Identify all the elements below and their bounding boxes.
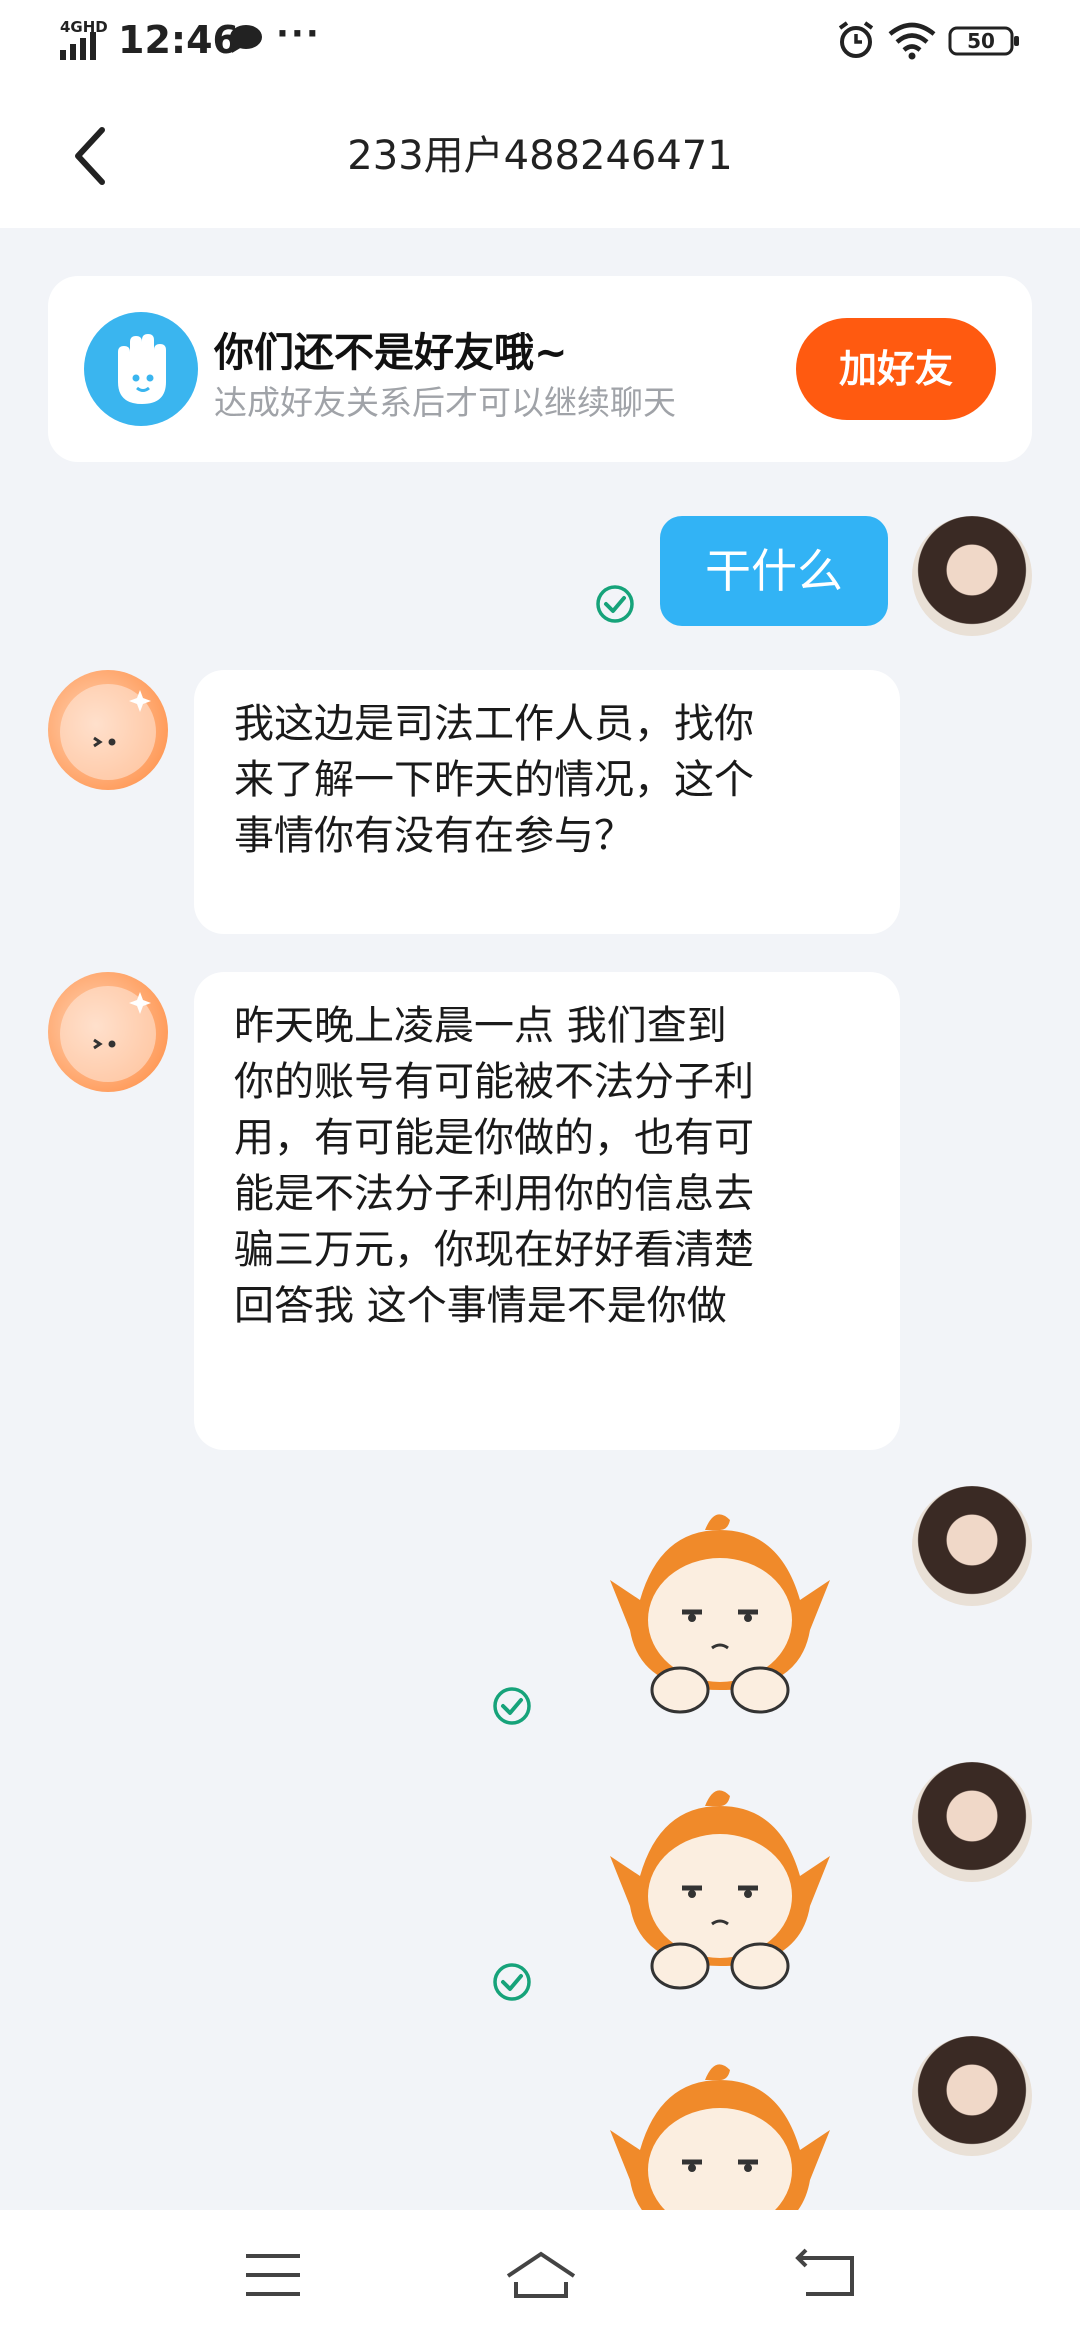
chat-header: 233用户488246471 — [0, 84, 1080, 228]
my-avatar[interactable] — [912, 516, 1032, 636]
message-line: 事情你有没有在参与？ — [234, 813, 634, 859]
message-line: 骗三万元，你现在好好看清楚 — [234, 1227, 754, 1273]
sent-message-bubble[interactable]: 干什么 — [660, 516, 888, 626]
hand-wave-icon — [84, 312, 198, 426]
page-title: 233用户488246471 — [347, 133, 733, 179]
received-message-bubble[interactable]: 我这边是司法工作人员，找你 来了解一下昨天的情况，这个 事情你有没有在参与？ — [194, 670, 900, 934]
status-bar: 4GHD 12:46 ··· 50 — [0, 0, 1080, 84]
received-message-bubble[interactable]: 昨天晚上凌晨一点 我们查到 你的账号有可能被不法分子利 用，有可能是你做的，也有… — [194, 972, 900, 1450]
system-back-button[interactable] — [770, 2240, 880, 2310]
message-line: 我这边是司法工作人员，找你 — [234, 701, 754, 747]
add-friend-button[interactable]: 加好友 — [796, 318, 996, 420]
banner-subtitle: 达成好友关系后才可以继续聊天 — [214, 383, 676, 422]
sent-check-icon — [493, 1963, 531, 2001]
chat-notification-icon — [230, 25, 262, 53]
mascot-face-icon — [60, 986, 156, 1082]
battery-level: 50 — [967, 29, 995, 53]
message-line: 用，有可能是你做的，也有可 — [234, 1115, 754, 1161]
home-icon — [506, 2251, 576, 2298]
menu-button[interactable] — [218, 2240, 328, 2310]
clock: 12:46 — [118, 18, 239, 62]
my-avatar[interactable] — [912, 2036, 1032, 2156]
message-line: 回答我 这个事情是不是你做 — [234, 1283, 727, 1329]
not-friends-banner: 你们还不是好友哦~ 达成好友关系后才可以继续聊天 加好友 — [48, 276, 1032, 462]
system-nav-bar — [0, 2210, 1080, 2340]
back-button[interactable] — [60, 120, 124, 192]
message-line: 你的账号有可能被不法分子利 — [234, 1059, 754, 1105]
sender-avatar[interactable] — [48, 670, 168, 790]
banner-title: 你们还不是好友哦~ — [214, 330, 568, 376]
sticker-image[interactable] — [600, 2050, 840, 2210]
sent-check-icon — [493, 1687, 531, 1725]
my-avatar[interactable] — [912, 1762, 1032, 1882]
more-notifications-icon: ··· — [276, 14, 321, 54]
home-button[interactable] — [486, 2240, 596, 2310]
message-line: 昨天晚上凌晨一点 我们查到 — [234, 1003, 727, 1049]
signal-icon — [60, 32, 96, 60]
sticker-image[interactable] — [600, 1500, 840, 1740]
alarm-icon — [838, 21, 874, 58]
wifi-icon — [888, 22, 936, 60]
mascot-face-icon — [60, 684, 156, 780]
message-line: 来了解一下昨天的情况，这个 — [234, 757, 754, 803]
sent-check-icon — [596, 585, 634, 623]
my-avatar[interactable] — [912, 1486, 1032, 1606]
back-arrow-icon — [795, 2248, 854, 2296]
chevron-left-icon — [75, 127, 105, 185]
sticker-image[interactable] — [600, 1776, 840, 2016]
sender-avatar[interactable] — [48, 972, 168, 1092]
menu-icon — [246, 2254, 300, 2296]
message-line: 能是不法分子利用你的信息去 — [234, 1171, 754, 1217]
